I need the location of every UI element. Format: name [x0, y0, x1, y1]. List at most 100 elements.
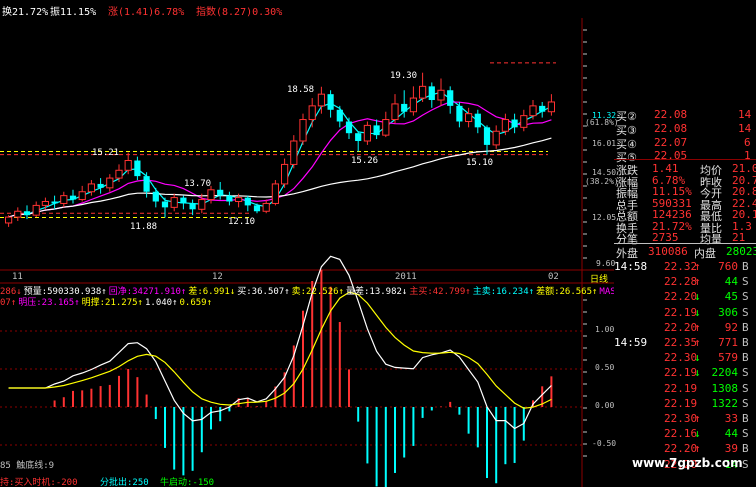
index-text: 指数(8.27)0.30% [196, 7, 283, 18]
tick-side: S [742, 290, 749, 304]
high-label-1: 15.21 [92, 148, 120, 158]
candle-body [355, 133, 362, 141]
divider [614, 243, 756, 244]
bid-vol-2: 14 [738, 108, 752, 121]
candle-body [437, 89, 445, 101]
low-label-2: 12.10 [228, 217, 256, 227]
candle-body [382, 119, 390, 136]
tick-price: 22.30 [664, 412, 698, 425]
candle [409, 86, 417, 116]
candle-body [456, 105, 463, 122]
candle-body [152, 191, 159, 202]
tick-volume: 44 [724, 427, 738, 441]
candle [97, 178, 104, 194]
tick-direction: ↑ [694, 320, 701, 334]
bid-price-3: 22.08 [654, 122, 688, 135]
bid-vol-3: 14 [738, 122, 752, 135]
tick-price: 22.20 [664, 290, 698, 304]
candle [106, 174, 114, 192]
candle [492, 125, 500, 149]
tick-row: 14:59 22.35 ↑ 771 B [614, 336, 756, 349]
tick-row: 22.20 ↓ 45 S [614, 290, 756, 303]
candle-body [106, 177, 114, 189]
candle-body [428, 86, 435, 101]
candle [345, 117, 353, 140]
candle-body [180, 197, 187, 204]
candle-body [115, 169, 123, 179]
candle-body [235, 197, 243, 202]
inner-value: 28023 [726, 245, 756, 258]
tick-side: S [742, 457, 749, 471]
high-label-4: 19.30 [390, 71, 418, 81]
bid-vol-5: 1 [744, 149, 751, 162]
candle-body [336, 109, 343, 122]
bid-vol-4: 6 [744, 136, 751, 149]
candle [134, 156, 141, 181]
tick-time: 14:59 [614, 336, 648, 349]
tick-volume: 39 [724, 442, 738, 456]
tick-side: B [742, 260, 749, 273]
tick-price: 22.35 [664, 336, 698, 349]
candle-body [217, 189, 224, 196]
candle-body [483, 127, 491, 145]
bottom-signal-bar: 持:买入时机:-200 分批出:250 牛启动:-150 [0, 465, 614, 487]
candle [382, 111, 390, 138]
candle-body [317, 93, 325, 107]
tick-row: 22.30 ↑ 33 B [614, 412, 756, 425]
tick-side: B [742, 351, 749, 365]
high-label-3: 18.58 [287, 85, 315, 95]
tick-direction: ↑ [694, 412, 701, 425]
tick-price: 22.30 [664, 351, 698, 365]
price-label-2: 14.50 [592, 168, 617, 177]
bid-row-5: 买⑤ 22.05 1 [616, 149, 756, 164]
candle-body [308, 105, 316, 121]
candle [69, 189, 77, 204]
candle-body [244, 197, 251, 206]
candle [152, 187, 159, 208]
candle-body [14, 210, 22, 218]
candle [465, 107, 473, 128]
candle [327, 90, 334, 118]
chart-area[interactable] [0, 0, 614, 487]
quote-panel: 买② 22.08 14 买③ 22.08 14 买④ 22.07 6 买⑤ 22… [614, 108, 756, 487]
candle-body [23, 211, 31, 216]
tick-row: 22.28 ↑ 44 S [614, 275, 756, 288]
tick-price: 22.20 [664, 320, 698, 334]
price-label-4: 9.60 [596, 259, 616, 268]
tick-direction: ↓ [694, 351, 701, 365]
candle-body [401, 103, 408, 112]
candle-body [207, 189, 215, 201]
bid-price-5: 22.05 [654, 149, 688, 162]
candle-body [51, 201, 58, 204]
change-text: 涨(1.41)6.78% [108, 7, 185, 18]
candle [281, 158, 289, 188]
bid-row-2: 买② 22.08 14 [616, 108, 756, 123]
bid-row-3: 买③ 22.08 14 [616, 122, 756, 137]
candle-body [32, 204, 40, 216]
candle-body [419, 85, 427, 99]
candle [336, 105, 343, 128]
candle-body [492, 130, 500, 146]
osc-slow-line [8, 291, 552, 409]
candle [180, 195, 187, 210]
tick-price: 22.19 [664, 381, 698, 395]
candle [5, 215, 13, 227]
tick-side: S [742, 396, 749, 410]
tick-volume: 2204 [711, 366, 739, 380]
tick-side: B [742, 442, 749, 456]
candle-body [547, 101, 555, 113]
high-label-2: 13.70 [184, 179, 212, 189]
tick-side: S [742, 275, 749, 289]
tick-side: B [742, 336, 749, 349]
candle-body [41, 201, 49, 206]
candle-body [520, 115, 528, 128]
tick-direction: ↓ [694, 427, 701, 441]
candle-body [189, 203, 196, 210]
candle-body [87, 183, 96, 193]
ma-line-40 [8, 137, 552, 218]
low-label-4: 15.10 [466, 158, 494, 168]
tick-direction: ↓ [694, 305, 701, 319]
bid-price-2: 22.08 [654, 108, 688, 121]
sell-signal: 分批出:250 [100, 478, 149, 487]
candle-body [97, 183, 104, 188]
